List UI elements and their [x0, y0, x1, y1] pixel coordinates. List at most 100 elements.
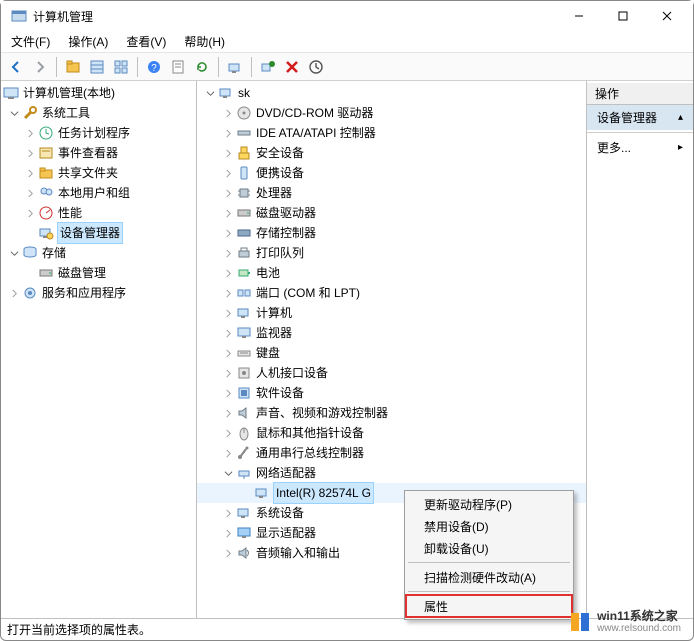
- tree-disk-mgmt[interactable]: 磁盘管理: [1, 263, 196, 283]
- dev-ports[interactable]: 端口 (COM 和 LPT): [197, 283, 586, 303]
- chevron-right-icon[interactable]: [23, 166, 37, 180]
- dev-security[interactable]: 安全设备: [197, 143, 586, 163]
- chevron-right-icon[interactable]: [221, 126, 235, 140]
- help-button[interactable]: ?: [143, 56, 165, 78]
- chevron-right-icon[interactable]: [221, 226, 235, 240]
- action-more[interactable]: 更多... ▸: [587, 135, 693, 160]
- chevron-right-icon[interactable]: [221, 146, 235, 160]
- dev-mouse[interactable]: 鼠标和其他指针设备: [197, 423, 586, 443]
- disable-button[interactable]: [281, 56, 303, 78]
- menu-view[interactable]: 查看(V): [122, 31, 170, 52]
- tree-label: 鼠标和其他指针设备: [256, 423, 364, 443]
- dev-computer[interactable]: 计算机: [197, 303, 586, 323]
- refresh-button[interactable]: [191, 56, 213, 78]
- dev-keyboard[interactable]: 键盘: [197, 343, 586, 363]
- device-icon: [236, 445, 252, 461]
- tree-performance[interactable]: 性能: [1, 203, 196, 223]
- left-pane: 计算机管理(本地) 系统工具 任务计划程序 事件查看器: [1, 81, 197, 618]
- chevron-down-icon[interactable]: [221, 466, 235, 480]
- expander-blank: [239, 486, 253, 500]
- dev-sound[interactable]: 声音、视频和游戏控制器: [197, 403, 586, 423]
- tree-device-manager[interactable]: 设备管理器: [1, 223, 196, 243]
- title-bar: 计算机管理: [1, 1, 693, 31]
- back-button[interactable]: [5, 56, 27, 78]
- tree-system-tools[interactable]: 系统工具: [1, 103, 196, 123]
- chevron-down-icon[interactable]: [7, 246, 21, 260]
- tree-root[interactable]: 计算机管理(本地): [1, 83, 196, 103]
- action-device-manager[interactable]: 设备管理器 ▴: [587, 105, 693, 130]
- dev-usb[interactable]: 通用串行总线控制器: [197, 443, 586, 463]
- chevron-right-icon[interactable]: [221, 426, 235, 440]
- chevron-right-icon: ▸: [678, 142, 683, 153]
- up-button[interactable]: [62, 56, 84, 78]
- cm-scan-hw[interactable]: 扫描检测硬件改动(A): [406, 566, 572, 588]
- device-icon: [236, 405, 252, 421]
- chevron-right-icon[interactable]: [221, 246, 235, 260]
- tools-icon: [22, 105, 38, 121]
- chevron-right-icon[interactable]: [221, 346, 235, 360]
- menu-action[interactable]: 操作(A): [64, 31, 112, 52]
- chevron-right-icon[interactable]: [221, 286, 235, 300]
- chevron-right-icon[interactable]: [221, 306, 235, 320]
- menu-help[interactable]: 帮助(H): [180, 31, 229, 52]
- chevron-right-icon[interactable]: [221, 106, 235, 120]
- chevron-right-icon[interactable]: [221, 266, 235, 280]
- dev-software[interactable]: 软件设备: [197, 383, 586, 403]
- chevron-down-icon[interactable]: [203, 86, 217, 100]
- view-list-button[interactable]: [86, 56, 108, 78]
- properties-button[interactable]: [167, 56, 189, 78]
- update-driver-button[interactable]: [305, 56, 327, 78]
- tree-shared-folders[interactable]: 共享文件夹: [1, 163, 196, 183]
- dev-hid[interactable]: 人机接口设备: [197, 363, 586, 383]
- cm-disable[interactable]: 禁用设备(D): [406, 515, 572, 537]
- menu-file[interactable]: 文件(F): [7, 31, 54, 52]
- expander-blank: [23, 226, 37, 240]
- chevron-right-icon[interactable]: [221, 186, 235, 200]
- console-tree[interactable]: 计算机管理(本地) 系统工具 任务计划程序 事件查看器: [1, 83, 196, 303]
- cm-uninstall[interactable]: 卸载设备(U): [406, 537, 572, 559]
- tree-storage[interactable]: 存储: [1, 243, 196, 263]
- dev-cpu[interactable]: 处理器: [197, 183, 586, 203]
- maximize-button[interactable]: [601, 1, 645, 31]
- chevron-right-icon[interactable]: [221, 506, 235, 520]
- chevron-right-icon[interactable]: [221, 526, 235, 540]
- dev-portable[interactable]: 便携设备: [197, 163, 586, 183]
- chevron-right-icon[interactable]: [221, 366, 235, 380]
- chevron-right-icon[interactable]: [221, 326, 235, 340]
- enable-button[interactable]: [257, 56, 279, 78]
- dev-monitor[interactable]: 监视器: [197, 323, 586, 343]
- chevron-right-icon[interactable]: [221, 446, 235, 460]
- chevron-right-icon[interactable]: [221, 386, 235, 400]
- forward-button[interactable]: [29, 56, 51, 78]
- chevron-right-icon[interactable]: [23, 186, 37, 200]
- dev-network[interactable]: 网络适配器: [197, 463, 586, 483]
- tree-task-scheduler[interactable]: 任务计划程序: [1, 123, 196, 143]
- tree-label: 监视器: [256, 323, 292, 343]
- tree-local-users[interactable]: 本地用户和组: [1, 183, 196, 203]
- close-button[interactable]: [645, 1, 689, 31]
- cm-properties[interactable]: 属性: [406, 595, 572, 617]
- dev-disk-drives[interactable]: 磁盘驱动器: [197, 203, 586, 223]
- dev-ide[interactable]: IDE ATA/ATAPI 控制器: [197, 123, 586, 143]
- cm-update-driver[interactable]: 更新驱动程序(P): [406, 493, 572, 515]
- dev-root[interactable]: sk: [197, 83, 586, 103]
- chevron-right-icon[interactable]: [221, 166, 235, 180]
- chevron-right-icon[interactable]: [221, 206, 235, 220]
- chevron-right-icon[interactable]: [23, 206, 37, 220]
- dev-battery[interactable]: 电池: [197, 263, 586, 283]
- chevron-right-icon[interactable]: [221, 546, 235, 560]
- chevron-down-icon[interactable]: [7, 106, 21, 120]
- dev-storage-ctrl[interactable]: 存储控制器: [197, 223, 586, 243]
- minimize-button[interactable]: [557, 1, 601, 31]
- chevron-right-icon[interactable]: [23, 126, 37, 140]
- scan-button[interactable]: [224, 56, 246, 78]
- tree-event-viewer[interactable]: 事件查看器: [1, 143, 196, 163]
- chevron-right-icon[interactable]: [7, 286, 21, 300]
- dev-dvd[interactable]: DVD/CD-ROM 驱动器: [197, 103, 586, 123]
- tree-services-apps[interactable]: 服务和应用程序: [1, 283, 196, 303]
- tree-label: 安全设备: [256, 143, 304, 163]
- chevron-right-icon[interactable]: [221, 406, 235, 420]
- dev-print-queue[interactable]: 打印队列: [197, 243, 586, 263]
- chevron-right-icon[interactable]: [23, 146, 37, 160]
- view-detail-button[interactable]: [110, 56, 132, 78]
